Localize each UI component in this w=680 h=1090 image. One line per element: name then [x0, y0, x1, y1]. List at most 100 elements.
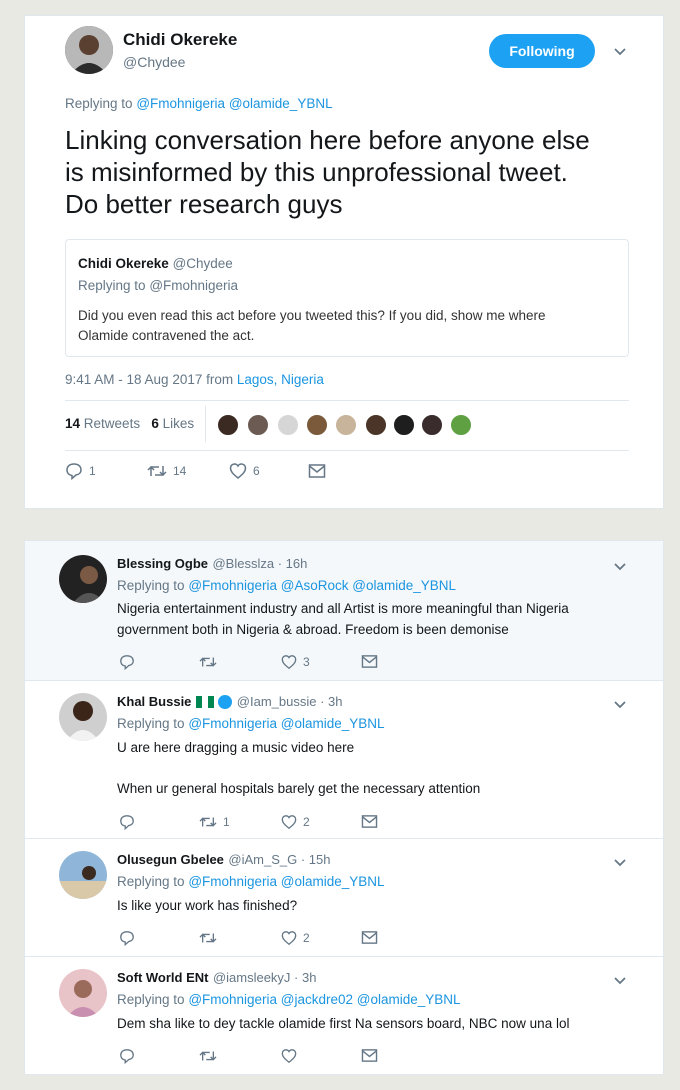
- reply-icon: [120, 654, 134, 670]
- reply-item[interactable]: Khal Bussie @Iam_bussie · 3h Replying to…: [25, 681, 663, 839]
- tweet-text-line: Linking conversation here before anyone …: [65, 125, 590, 155]
- reply-action[interactable]: [119, 1047, 141, 1065]
- message-action[interactable]: [361, 1047, 378, 1065]
- reply-meta[interactable]: @iamsleekyJ · 3h: [213, 970, 317, 985]
- message-action[interactable]: [308, 462, 326, 480]
- retweet-action[interactable]: [199, 653, 223, 671]
- reply-text-line: government both in Nigeria & abroad. Fre…: [117, 622, 509, 637]
- avatar-photo-icon: [59, 969, 107, 1017]
- reply-replying-to: Replying to @Fmohnigeria @olamide_YBNL: [117, 714, 385, 734]
- retweet-action[interactable]: [199, 929, 223, 947]
- reply-action[interactable]: [119, 653, 141, 671]
- like-action[interactable]: 3: [281, 653, 310, 671]
- mention-links[interactable]: @Fmohnigeria @AsoRock @olamide_YBNL: [188, 578, 456, 593]
- quoted-text: Did you even read this act before you tw…: [78, 306, 546, 346]
- chevron-down-icon[interactable]: [613, 559, 627, 577]
- retweet-action[interactable]: 14: [147, 462, 186, 480]
- like-action[interactable]: 2: [281, 813, 310, 831]
- retweet-icon: [199, 817, 217, 827]
- reply-header: Soft World ENt @iamsleekyJ · 3h: [117, 969, 316, 987]
- reply-count: 1: [89, 464, 96, 478]
- engagement-stats: 14 Retweets 6 Likes: [65, 416, 194, 431]
- avatar-photo-icon: [59, 555, 107, 603]
- verified-icon: [218, 694, 233, 709]
- message-action[interactable]: [361, 653, 378, 671]
- tweet-timestamp: 9:41 AM - 18 Aug 2017 from Lagos, Nigeri…: [65, 372, 324, 387]
- tweet-text: Linking conversation here before anyone …: [65, 124, 590, 220]
- reply-icon: [120, 1048, 134, 1064]
- mention-links[interactable]: @Fmohnigeria @jackdre02 @olamide_YBNL: [188, 992, 460, 1007]
- chevron-down-icon[interactable]: [613, 973, 627, 991]
- replies-list: Blessing Ogbe @Blesslza · 16h Replying t…: [24, 540, 664, 1075]
- message-action[interactable]: [361, 929, 378, 947]
- chevron-down-icon[interactable]: [613, 855, 627, 873]
- likes-label: Likes: [162, 416, 195, 431]
- reply-author-name[interactable]: Blessing Ogbe: [117, 556, 208, 571]
- quoted-tweet[interactable]: Chidi Okereke @Chydee Replying to @Fmohn…: [65, 239, 629, 357]
- chevron-down-icon[interactable]: [613, 697, 627, 715]
- reply-header: Olusegun Gbelee @iAm_S_G · 15h: [117, 851, 330, 869]
- like-action[interactable]: 6: [229, 462, 260, 480]
- author-avatar[interactable]: [65, 26, 113, 74]
- reply-action[interactable]: [119, 929, 141, 947]
- mention-links[interactable]: @Fmohnigeria @olamide_YBNL: [188, 874, 384, 889]
- reply-author-name[interactable]: Olusegun Gbelee: [117, 852, 224, 867]
- reply-actions: [119, 1047, 419, 1065]
- liker-avatar[interactable]: [247, 414, 269, 436]
- reply-item[interactable]: Olusegun Gbelee @iAm_S_G · 15h Replying …: [25, 839, 663, 957]
- liker-avatar[interactable]: [217, 414, 239, 436]
- like-action[interactable]: 2: [281, 929, 310, 947]
- reply-meta[interactable]: @Iam_bussie · 3h: [237, 694, 343, 709]
- liker-avatar[interactable]: [306, 414, 328, 436]
- replying-prefix: Replying to: [117, 874, 185, 889]
- retweets-stat[interactable]: 14 Retweets: [65, 416, 144, 431]
- like-icon: [281, 930, 297, 945]
- reply-avatar[interactable]: [59, 693, 107, 741]
- liker-avatar[interactable]: [421, 414, 443, 436]
- nigeria-flag-icon: [195, 695, 214, 708]
- reply-author-name[interactable]: Khal Bussie: [117, 694, 191, 709]
- tweet-text-line: Do better research guys: [65, 189, 343, 219]
- retweet-action[interactable]: [199, 1047, 223, 1065]
- retweet-icon: [199, 933, 217, 943]
- following-button[interactable]: Following: [489, 34, 595, 68]
- reply-avatar[interactable]: [59, 851, 107, 899]
- like-action[interactable]: [281, 1047, 303, 1065]
- replying-prefix: Replying to: [117, 992, 185, 1007]
- reply-author-name[interactable]: Soft World ENt: [117, 970, 208, 985]
- likes-stat[interactable]: 6 Likes: [151, 416, 194, 431]
- reply-avatar[interactable]: [59, 969, 107, 1017]
- liker-avatar[interactable]: [450, 414, 472, 436]
- reply-meta[interactable]: @iAm_S_G · 15h: [228, 852, 330, 867]
- mention-link[interactable]: @Fmohnigeria: [136, 96, 225, 111]
- reply-item[interactable]: Blessing Ogbe @Blesslza · 16h Replying t…: [25, 541, 663, 681]
- retweet-action[interactable]: 1: [199, 813, 230, 831]
- timestamp-text[interactable]: 9:41 AM - 18 Aug 2017 from: [65, 372, 233, 387]
- author-name[interactable]: Chidi Okereke: [123, 30, 237, 50]
- chevron-down-icon[interactable]: [613, 44, 627, 62]
- liker-avatar[interactable]: [335, 414, 357, 436]
- mention-links[interactable]: @Fmohnigeria @olamide_YBNL: [188, 716, 384, 731]
- liker-avatar[interactable]: [277, 414, 299, 436]
- liker-avatar[interactable]: [393, 414, 415, 436]
- replying-prefix: Replying to: [117, 716, 185, 731]
- message-action[interactable]: [361, 813, 378, 831]
- mention-link[interactable]: @olamide_YBNL: [229, 96, 333, 111]
- reply-meta[interactable]: @Blesslza · 16h: [212, 556, 307, 571]
- reply-action[interactable]: [119, 813, 141, 831]
- message-icon: [361, 655, 378, 669]
- like-count: 3: [303, 654, 310, 669]
- retweet-count: 1: [223, 814, 230, 829]
- retweets-label: Retweets: [83, 416, 141, 431]
- author-handle[interactable]: @Chydee: [123, 54, 185, 70]
- reply-icon: [120, 930, 134, 946]
- location-link[interactable]: Lagos, Nigeria: [237, 372, 324, 387]
- like-count: 2: [303, 930, 310, 945]
- reply-action[interactable]: 1: [65, 462, 96, 480]
- main-tweet-card: Chidi Okereke @Chydee Following Replying…: [24, 15, 664, 509]
- tweet-text-line: is misinformed by this unprofessional tw…: [65, 157, 568, 187]
- reply-avatar[interactable]: [59, 555, 107, 603]
- reply-item[interactable]: Soft World ENt @iamsleekyJ · 3h Replying…: [25, 957, 663, 1075]
- liker-avatar[interactable]: [365, 414, 387, 436]
- like-count: 2: [303, 814, 310, 829]
